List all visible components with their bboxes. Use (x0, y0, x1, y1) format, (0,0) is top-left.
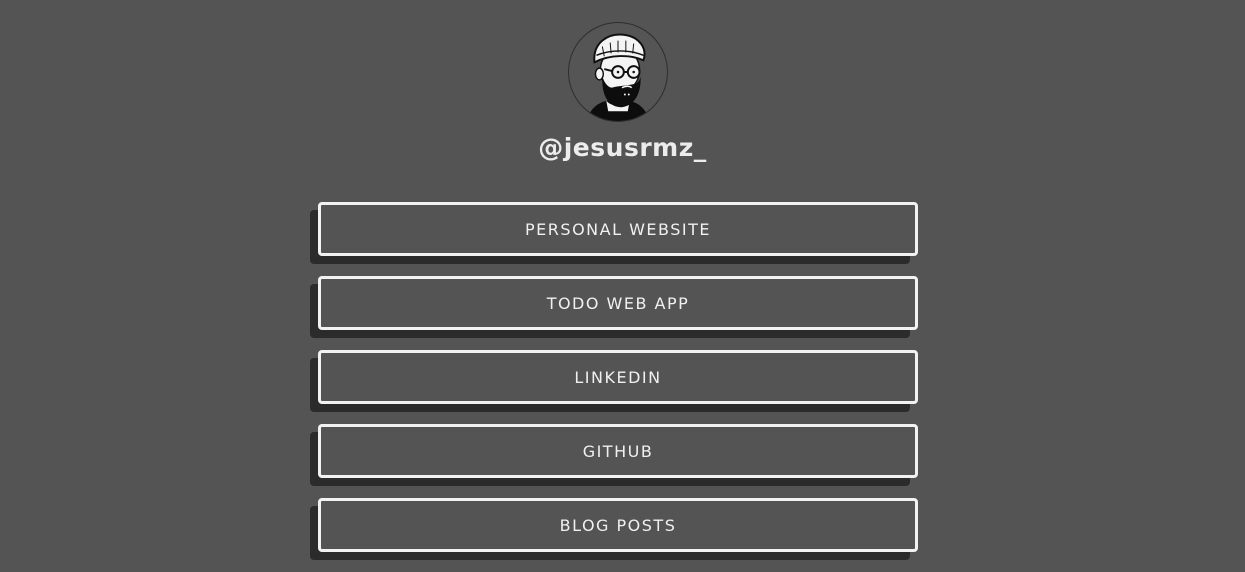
username: @jesusrmz_ (538, 133, 707, 162)
personal-website-link-button[interactable]: PERSONAL WEBSITE (318, 202, 918, 256)
link-item: BLOG POSTS (310, 498, 918, 560)
blog-posts-link-button[interactable]: BLOG POSTS (318, 498, 918, 552)
link-item: LINKEDIN (310, 350, 918, 412)
todo-web-app-link-button[interactable]: TODO WEB APP (318, 276, 918, 330)
link-item: PERSONAL WEBSITE (310, 202, 918, 264)
bearded-man-avatar-icon (586, 33, 650, 121)
avatar (568, 22, 668, 122)
github-link-button[interactable]: GITHUB (318, 424, 918, 478)
link-item: TODO WEB APP (310, 276, 918, 338)
link-list: PERSONAL WEBSITE TODO WEB APP LINKEDIN G… (310, 202, 918, 572)
link-item: GITHUB (310, 424, 918, 486)
linkedin-link-button[interactable]: LINKEDIN (318, 350, 918, 404)
